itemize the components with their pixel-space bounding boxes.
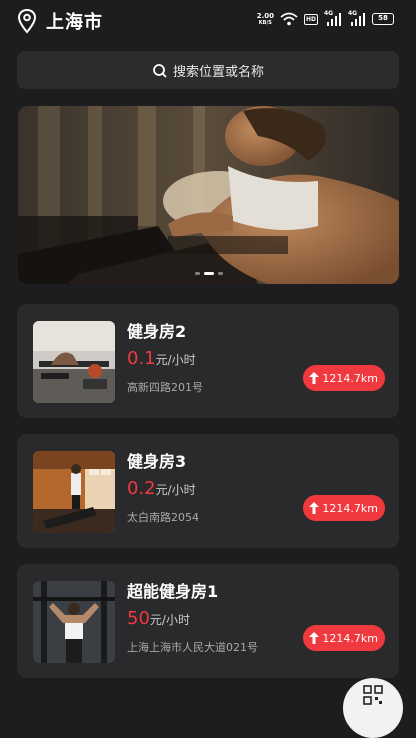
gym-card[interactable]: 健身房2 0.1 元/小时 高新四路201号 1214.7km bbox=[17, 304, 399, 418]
price-unit: 元/小时 bbox=[155, 353, 196, 367]
price-value: 0.1 bbox=[127, 348, 156, 369]
gym-price: 0.1 元/小时 bbox=[127, 348, 196, 369]
gym-thumbnail bbox=[33, 321, 115, 403]
banner-dot-active[interactable] bbox=[203, 272, 214, 275]
signal-2: 4G bbox=[348, 10, 366, 26]
price-value: 0.2 bbox=[127, 478, 156, 499]
navigation-arrow-icon bbox=[309, 502, 320, 514]
net-speed-unit: KB/S bbox=[258, 20, 272, 26]
hd-badge-label: HD bbox=[305, 15, 316, 23]
navigation-arrow-icon bbox=[309, 632, 320, 644]
gym-name: 超能健身房1 bbox=[127, 582, 219, 601]
banner-image bbox=[18, 106, 399, 284]
hd-badge: HD bbox=[303, 13, 318, 25]
distance-label: 1214.7km bbox=[322, 501, 378, 515]
gym-thumbnail bbox=[33, 581, 115, 663]
search-bar[interactable]: 搜索位置或名称 bbox=[17, 51, 399, 89]
banner-dot[interactable] bbox=[194, 272, 200, 275]
qr-scan-icon bbox=[363, 685, 383, 705]
distance-label: 1214.7km bbox=[322, 371, 378, 385]
signal-1: 4G bbox=[324, 10, 342, 26]
gym-name: 健身房2 bbox=[127, 322, 187, 341]
gym-name: 健身房3 bbox=[127, 452, 187, 471]
distance-badge[interactable]: 1214.7km bbox=[303, 365, 385, 391]
gym-address: 高新四路201号 bbox=[127, 381, 203, 394]
price-value: 50 bbox=[127, 608, 150, 629]
distance-badge[interactable]: 1214.7km bbox=[303, 625, 385, 651]
status-bar: 上海市 2.00 KB/S HD 4G 4G 58 bbox=[0, 0, 416, 48]
signal-bars-icon bbox=[351, 13, 365, 26]
signal-bars-icon bbox=[327, 13, 341, 26]
search-icon bbox=[153, 63, 167, 77]
gym-address: 太白南路2054 bbox=[127, 511, 199, 524]
gym-card[interactable]: 健身房3 0.2 元/小时 太白南路2054 1214.7km bbox=[17, 434, 399, 548]
scan-button[interactable] bbox=[343, 678, 403, 738]
gym-price: 0.2 元/小时 bbox=[127, 478, 196, 499]
navigation-arrow-icon bbox=[309, 372, 320, 384]
distance-badge[interactable]: 1214.7km bbox=[303, 495, 385, 521]
battery-level: 58 bbox=[378, 14, 388, 22]
city-label: 上海市 bbox=[46, 12, 103, 33]
banner-pagination bbox=[194, 272, 223, 275]
wifi-icon bbox=[280, 12, 298, 26]
gym-price: 50 元/小时 bbox=[127, 608, 190, 629]
promo-banner[interactable] bbox=[18, 106, 399, 284]
net-speed: 2.00 KB/S bbox=[257, 12, 274, 26]
location-pin-icon bbox=[17, 8, 37, 34]
gym-card[interactable]: 超能健身房1 50 元/小时 上海上海市人民大道021号 1214.7km bbox=[17, 564, 399, 678]
search-placeholder: 搜索位置或名称 bbox=[172, 64, 264, 80]
banner-dot[interactable] bbox=[217, 272, 223, 275]
price-unit: 元/小时 bbox=[149, 613, 190, 627]
battery-icon: 58 bbox=[372, 13, 394, 25]
gym-address: 上海上海市人民大道021号 bbox=[127, 641, 258, 654]
location-selector[interactable]: 上海市 bbox=[16, 8, 103, 34]
system-icons: 2.00 KB/S HD 4G 4G 58 bbox=[257, 10, 394, 26]
gym-thumbnail bbox=[33, 451, 115, 533]
price-unit: 元/小时 bbox=[155, 483, 196, 497]
distance-label: 1214.7km bbox=[322, 631, 378, 645]
net-speed-value: 2.00 bbox=[256, 12, 274, 20]
